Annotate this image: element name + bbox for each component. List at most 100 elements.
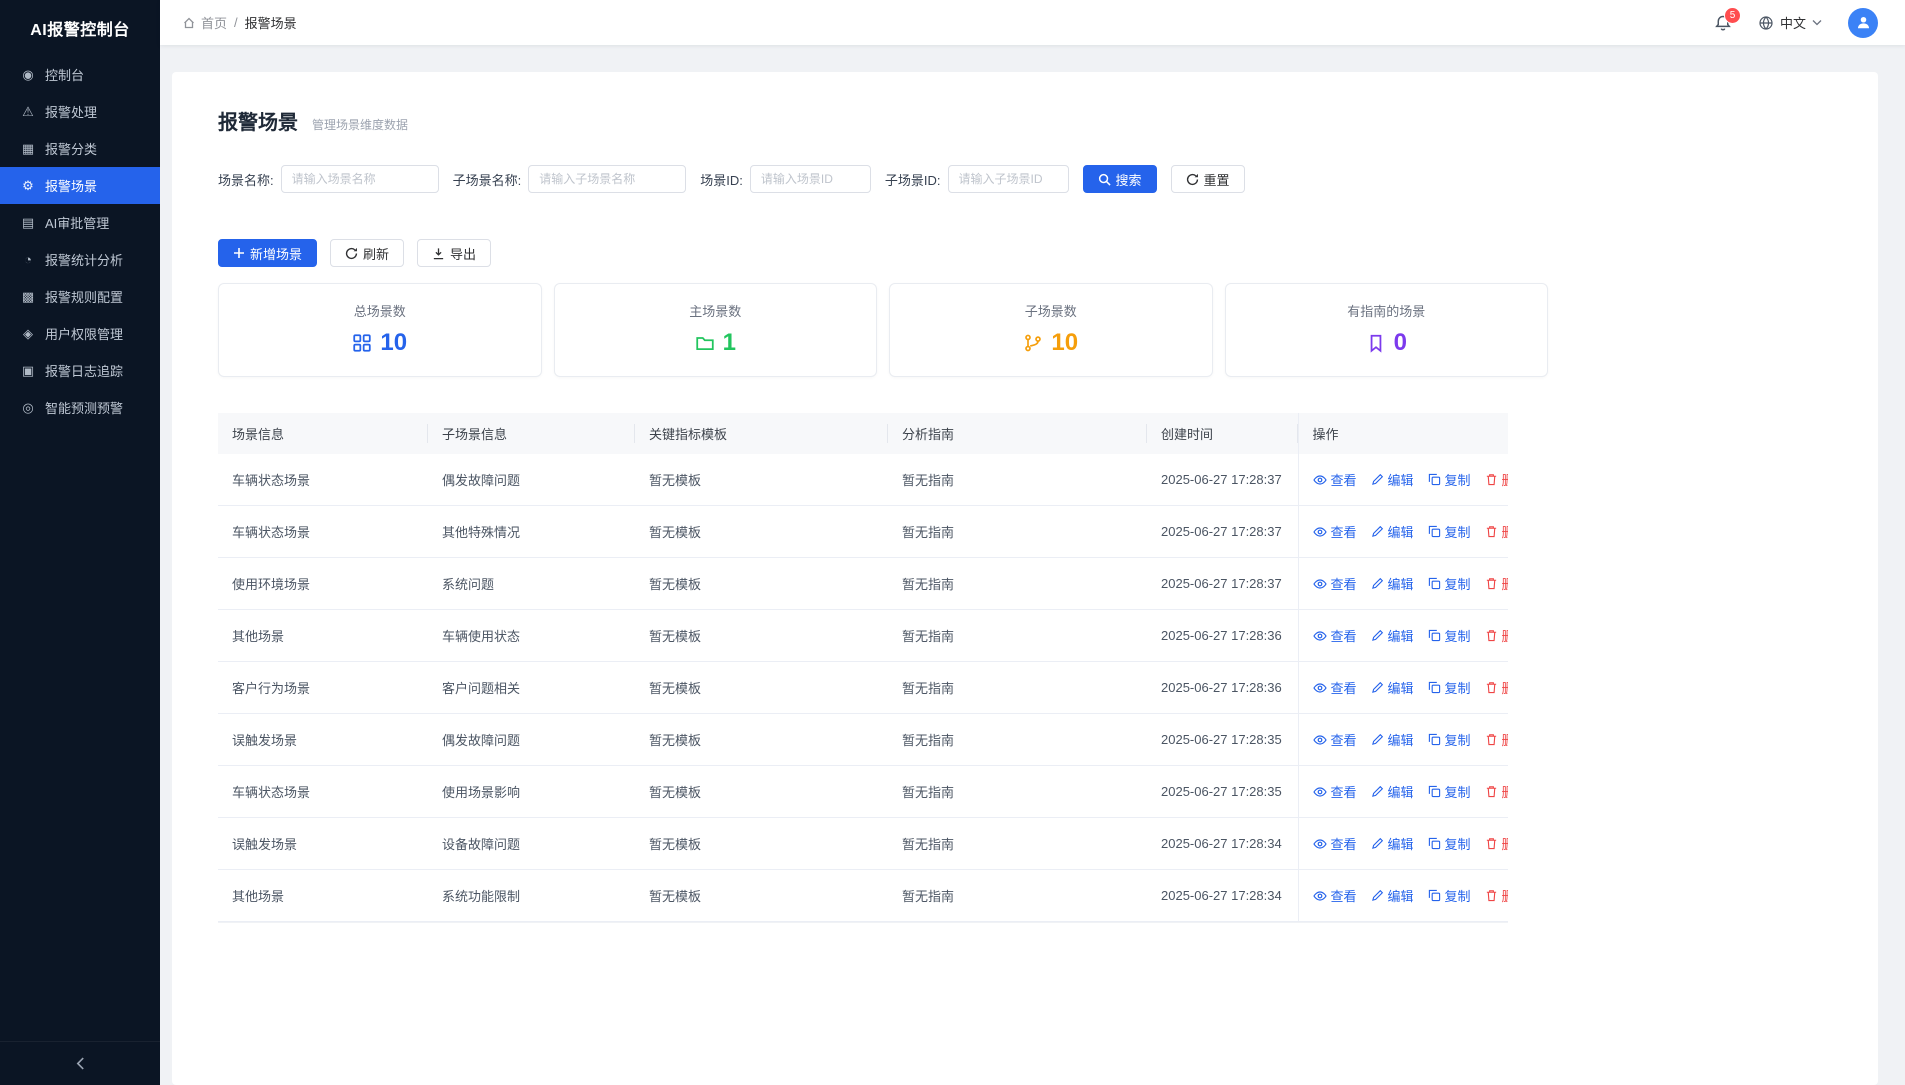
edit-button[interactable]: 编辑: [1371, 886, 1414, 905]
sidebar-item[interactable]: ▣ 报警日志追踪: [0, 352, 160, 389]
edit-button[interactable]: 编辑: [1371, 730, 1414, 749]
sidebar-item[interactable]: ▦ 报警分类: [0, 130, 160, 167]
sidebar-item-icon: ▦: [20, 141, 36, 157]
cell-sub-scene: 使用场景影响: [428, 766, 635, 818]
copy-button[interactable]: 复制: [1428, 678, 1471, 697]
sidebar-item-label: 报警统计分析: [45, 250, 123, 269]
pencil-icon: [1371, 733, 1384, 746]
cell-template: 暂无模板: [635, 818, 888, 870]
copy-button[interactable]: 复制: [1428, 834, 1471, 853]
delete-button[interactable]: 删除: [1485, 626, 1508, 645]
cell-guide: 暂无指南: [888, 506, 1147, 558]
breadcrumb-current: 报警场景: [245, 13, 297, 32]
stat-card-sub: 子场景数 10: [889, 283, 1213, 377]
sidebar-item[interactable]: ◉ 控制台: [0, 56, 160, 93]
reset-button[interactable]: 重置: [1171, 165, 1245, 193]
sidebar-item[interactable]: ⚠ 报警处理: [0, 93, 160, 130]
copy-button[interactable]: 复制: [1428, 626, 1471, 645]
copy-button[interactable]: 复制: [1428, 522, 1471, 541]
copy-button[interactable]: 复制: [1428, 782, 1471, 801]
edit-button[interactable]: 编辑: [1371, 574, 1414, 593]
view-button[interactable]: 查看: [1313, 678, 1357, 697]
export-button[interactable]: 导出: [417, 239, 491, 267]
sidebar-item-icon: ▣: [20, 363, 36, 379]
edit-button[interactable]: 编辑: [1371, 522, 1414, 541]
user-icon: [1855, 14, 1872, 31]
pencil-icon: [1371, 889, 1384, 902]
sidebar-item-label: 报警分类: [45, 139, 97, 158]
eye-icon: [1313, 837, 1327, 851]
cell-template: 暂无模板: [635, 454, 888, 506]
cell-sub-scene: 车辆使用状态: [428, 610, 635, 662]
scene-id-input[interactable]: [750, 165, 871, 193]
edit-button[interactable]: 编辑: [1371, 626, 1414, 645]
language-label: 中文: [1780, 13, 1806, 32]
stat-label: 子场景数: [890, 301, 1212, 320]
sidebar-item[interactable]: ▤ AI审批管理: [0, 204, 160, 241]
sidebar-item[interactable]: ◈ 用户权限管理: [0, 315, 160, 352]
cell-created: 2025-06-27 17:28:36: [1147, 662, 1298, 714]
edit-button[interactable]: 编辑: [1371, 470, 1414, 489]
cell-guide: 暂无指南: [888, 714, 1147, 766]
copy-icon: [1428, 681, 1441, 694]
search-icon: [1098, 173, 1111, 186]
user-avatar[interactable]: [1848, 8, 1878, 38]
cell-scene: 车辆状态场景: [218, 506, 428, 558]
delete-button[interactable]: 删除: [1485, 886, 1508, 905]
sidebar-item[interactable]: ⚙ 报警场景: [0, 167, 160, 204]
col-scene-info: 场景信息: [218, 413, 428, 454]
sub-scene-id-input[interactable]: [948, 165, 1069, 193]
pencil-icon: [1371, 837, 1384, 850]
copy-icon: [1428, 473, 1441, 486]
copy-button[interactable]: 复制: [1428, 470, 1471, 489]
view-button[interactable]: 查看: [1313, 470, 1357, 489]
view-button[interactable]: 查看: [1313, 626, 1357, 645]
home-icon: [182, 16, 196, 30]
sidebar-item-label: 报警场景: [45, 176, 97, 195]
delete-button[interactable]: 删除: [1485, 834, 1508, 853]
trash-icon: [1485, 681, 1498, 694]
sidebar-item[interactable]: ◔ 报警统计分析: [0, 241, 160, 278]
cell-sub-scene: 偶发故障问题: [428, 714, 635, 766]
sidebar-collapse-button[interactable]: [0, 1041, 160, 1085]
delete-button[interactable]: 删除: [1485, 574, 1508, 593]
search-button[interactable]: 搜索: [1083, 165, 1157, 193]
scene-name-input[interactable]: [281, 165, 439, 193]
edit-button[interactable]: 编辑: [1371, 782, 1414, 801]
copy-button[interactable]: 复制: [1428, 730, 1471, 749]
add-scene-button[interactable]: 新增场景: [218, 239, 317, 267]
copy-button[interactable]: 复制: [1428, 574, 1471, 593]
sidebar-item[interactable]: ▩ 报警规则配置: [0, 278, 160, 315]
sidebar-item[interactable]: ◎ 智能预测预警: [0, 389, 160, 426]
language-selector[interactable]: 中文: [1758, 13, 1822, 32]
delete-button[interactable]: 删除: [1485, 730, 1508, 749]
view-button[interactable]: 查看: [1313, 574, 1357, 593]
copy-button[interactable]: 复制: [1428, 886, 1471, 905]
sidebar-item-label: 智能预测预警: [45, 398, 123, 417]
refresh-button[interactable]: 刷新: [330, 239, 404, 267]
stats-row: 总场景数 10 主场景数 1: [218, 283, 1548, 377]
view-button[interactable]: 查看: [1313, 730, 1357, 749]
filter-bar: 场景名称: 子场景名称: 场景ID: 子场景ID:: [218, 165, 1832, 193]
trash-icon: [1485, 889, 1498, 902]
notification-button[interactable]: 5: [1714, 14, 1732, 32]
view-button[interactable]: 查看: [1313, 782, 1357, 801]
delete-button[interactable]: 删除: [1485, 470, 1508, 489]
edit-button[interactable]: 编辑: [1371, 678, 1414, 697]
delete-button[interactable]: 删除: [1485, 678, 1508, 697]
cell-scene: 误触发场景: [218, 818, 428, 870]
view-button[interactable]: 查看: [1313, 834, 1357, 853]
edit-button[interactable]: 编辑: [1371, 834, 1414, 853]
globe-icon: [1758, 15, 1774, 31]
view-button[interactable]: 查看: [1313, 522, 1357, 541]
trash-icon: [1485, 473, 1498, 486]
sidebar-item-label: 用户权限管理: [45, 324, 123, 343]
pencil-icon: [1371, 473, 1384, 486]
sub-scene-name-input[interactable]: [528, 165, 686, 193]
delete-button[interactable]: 删除: [1485, 782, 1508, 801]
cell-sub-scene: 偶发故障问题: [428, 454, 635, 506]
view-button[interactable]: 查看: [1313, 886, 1357, 905]
table-row: 车辆状态场景 使用场景影响 暂无模板 暂无指南 2025-06-27 17:28…: [218, 766, 1508, 818]
breadcrumb-home-link[interactable]: 首页: [182, 13, 227, 32]
delete-button[interactable]: 删除: [1485, 522, 1508, 541]
